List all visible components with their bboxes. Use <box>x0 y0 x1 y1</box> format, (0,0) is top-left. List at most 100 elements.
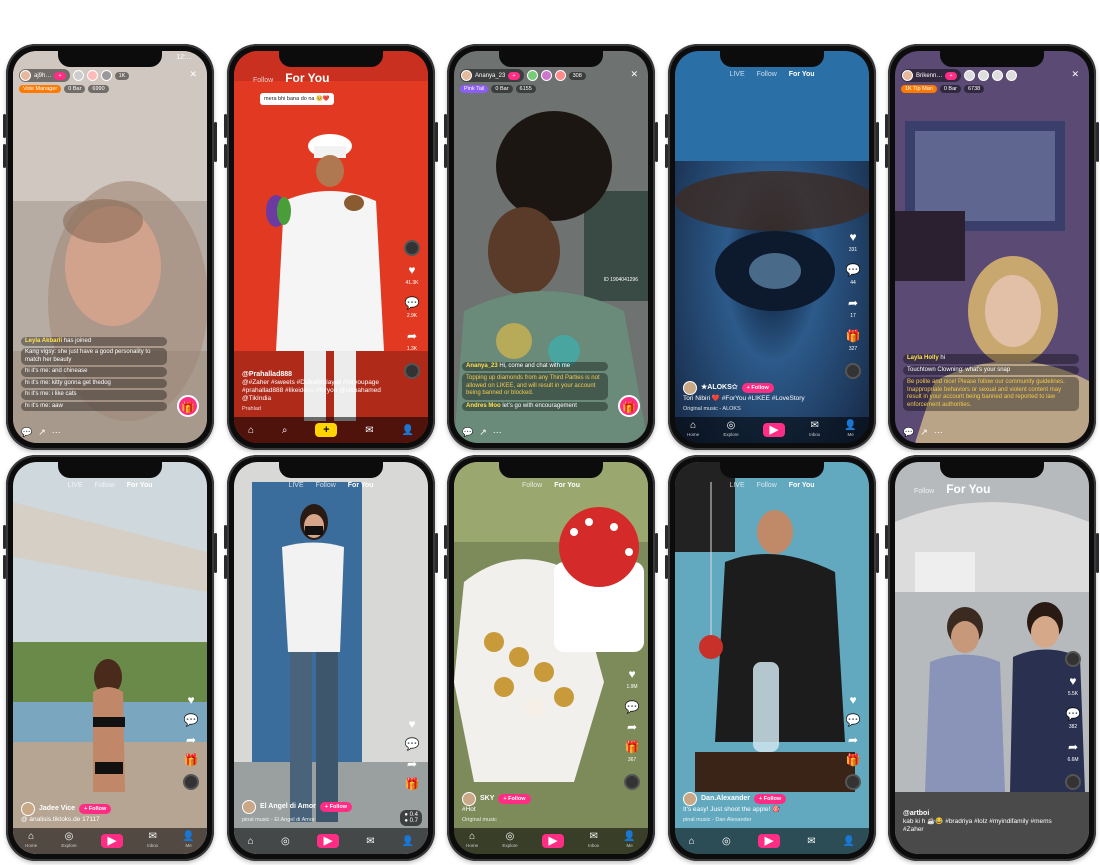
badge-3[interactable]: 6738 <box>963 85 985 93</box>
nav-explore-icon[interactable]: ◎ Explore <box>723 421 738 439</box>
share-icon[interactable]: ➦ <box>407 758 417 770</box>
username[interactable]: ★ALOKS✩ <box>701 384 738 392</box>
nav-home-icon[interactable]: ⌂ <box>689 836 695 846</box>
comment-icon[interactable]: 💬 <box>846 714 861 726</box>
create-button[interactable]: ▶ <box>757 834 780 848</box>
comment-icon[interactable]: 💬 <box>903 427 914 438</box>
like-icon[interactable]: ♥ 331 <box>849 231 857 256</box>
tab-live[interactable]: LIVE <box>729 71 744 78</box>
creator-avatar[interactable] <box>404 240 420 256</box>
music-disc-icon[interactable] <box>183 774 199 790</box>
create-button[interactable]: ▶ <box>541 834 564 848</box>
creator-avatar[interactable] <box>683 792 697 806</box>
like-icon[interactable]: ♥ <box>849 694 856 706</box>
comment-icon[interactable]: 💬 382 <box>1066 708 1081 733</box>
like-icon[interactable]: ♥ <box>408 718 415 730</box>
nav-home-icon[interactable]: ⌂ <box>248 425 254 435</box>
username[interactable]: Jadee Vice <box>39 805 75 813</box>
follow-button[interactable]: + Follow <box>498 794 531 804</box>
share-icon[interactable]: ➦ <box>848 734 858 746</box>
nav-inbox-icon[interactable]: ✉ <box>807 836 815 846</box>
nav-explore-icon[interactable]: ◎ Explore <box>502 832 517 850</box>
creator-avatar[interactable] <box>21 802 35 816</box>
follow-button[interactable]: + Follow <box>79 804 112 814</box>
tab-follow[interactable]: Follow <box>95 482 115 489</box>
comment-icon[interactable]: 💬 <box>405 738 420 750</box>
tab-live[interactable]: LIVE <box>288 482 303 489</box>
username[interactable]: SKY <box>480 795 494 803</box>
follow-button[interactable]: + Follow <box>319 802 353 812</box>
music-disc-icon[interactable] <box>404 363 420 379</box>
tab-follow[interactable]: Follow <box>757 71 777 78</box>
music-label[interactable]: Prahlad <box>242 405 394 413</box>
nav-me-icon[interactable]: 👤 Me <box>623 832 635 850</box>
nav-inbox-icon[interactable]: ✉ <box>365 425 373 435</box>
like-icon[interactable]: ♥ 1.9M <box>626 668 637 693</box>
tab-for-you[interactable]: For You <box>285 71 329 85</box>
gift-icon[interactable]: 🎁 <box>184 754 199 766</box>
badge-1[interactable]: 1K Tip Man <box>901 85 937 93</box>
nav-search-icon[interactable]: ⌕ <box>282 425 288 435</box>
share-icon[interactable]: ↗ <box>920 427 928 438</box>
gift-icon[interactable]: 🎁 <box>177 395 199 417</box>
comment-icon[interactable]: 💬 <box>21 427 32 438</box>
badge-2[interactable]: 0 Bar <box>491 85 513 93</box>
follow-plus-button[interactable]: + <box>54 71 66 80</box>
gift-icon[interactable]: 🎁 327 <box>846 330 861 355</box>
badge-2[interactable]: 0 Bar <box>64 85 86 93</box>
music-label[interactable]: Original music <box>462 816 614 824</box>
music-disc-icon[interactable] <box>1065 774 1081 790</box>
nav-me-icon[interactable]: 👤 <box>402 836 414 846</box>
nav-explore-icon[interactable]: ◎ <box>281 836 290 846</box>
nav-home-icon[interactable]: ⌂ <box>248 836 254 846</box>
tab-follow[interactable]: Follow <box>316 482 336 489</box>
share-icon[interactable]: ➦ 6.6M <box>1067 741 1078 766</box>
create-button[interactable]: ▶ <box>316 834 339 848</box>
music-disc-icon[interactable] <box>845 363 861 379</box>
more-icon[interactable]: ⋯ <box>52 427 61 438</box>
music-disc-icon[interactable] <box>624 774 640 790</box>
gift-icon[interactable]: 🎁 367 <box>625 741 640 766</box>
share-icon[interactable]: ➦ <box>627 721 637 733</box>
username[interactable]: Dan.Alexander <box>701 795 750 803</box>
create-button[interactable]: ▶ <box>100 834 123 848</box>
nav-home-icon[interactable]: ⌂ Home <box>687 421 699 439</box>
tab-for-you[interactable]: For You <box>946 482 990 496</box>
nav-explore-icon[interactable]: ◎ Explore <box>61 832 76 850</box>
nav-inbox-icon[interactable]: ✉ Inbox <box>147 832 158 850</box>
close-icon[interactable]: ✕ <box>630 69 638 80</box>
nav-home-icon[interactable]: ⌂ Home <box>466 832 478 850</box>
tab-follow[interactable]: Follow <box>914 488 934 495</box>
create-button[interactable]: + <box>315 423 338 437</box>
comment-icon[interactable]: 💬 <box>184 714 199 726</box>
creator-avatar[interactable] <box>1065 651 1081 667</box>
nav-inbox-icon[interactable]: ✉ <box>366 836 374 846</box>
share-icon[interactable]: ➦ 17 <box>848 297 858 322</box>
follow-button[interactable]: + Follow <box>754 794 787 804</box>
tab-for-you[interactable]: For You <box>789 482 815 489</box>
follow-plus-button[interactable]: + <box>508 71 520 80</box>
follow-plus-button[interactable]: + <box>945 71 957 80</box>
nav-explore-icon[interactable]: ◎ <box>722 836 731 846</box>
badge-1[interactable]: Vote Manager <box>19 85 62 93</box>
nav-inbox-icon[interactable]: ✉ Inbox <box>809 421 820 439</box>
badge-3[interactable]: 6990 <box>88 85 109 93</box>
creator-avatar[interactable] <box>242 800 256 814</box>
music-label[interactable]: pinal music - Dan Alexander <box>683 816 835 824</box>
gift-icon[interactable]: 🎁 <box>618 395 640 417</box>
nav-me-icon[interactable]: 👤 <box>843 836 855 846</box>
close-icon[interactable]: ✕ <box>189 69 197 80</box>
tab-live[interactable]: LIVE <box>729 482 744 489</box>
like-icon[interactable]: ♥ 41.3K <box>405 264 418 289</box>
gift-icon[interactable]: 🎁 <box>846 754 861 766</box>
badge-1[interactable]: Pink Tail <box>460 85 489 93</box>
music-label[interactable]: pinal music - El Angel di Amor <box>242 816 394 824</box>
tab-follow[interactable]: Follow <box>757 482 777 489</box>
like-icon[interactable]: ♥ 5.5K <box>1068 675 1078 700</box>
nav-me-icon[interactable]: 👤 Me <box>182 832 194 850</box>
tab-follow[interactable]: Follow <box>253 77 273 84</box>
create-button[interactable]: ▶ <box>762 423 785 437</box>
tab-live[interactable]: LIVE <box>67 482 82 489</box>
nav-inbox-icon[interactable]: ✉ Inbox <box>588 832 599 850</box>
comment-icon[interactable]: 💬 <box>625 701 640 713</box>
